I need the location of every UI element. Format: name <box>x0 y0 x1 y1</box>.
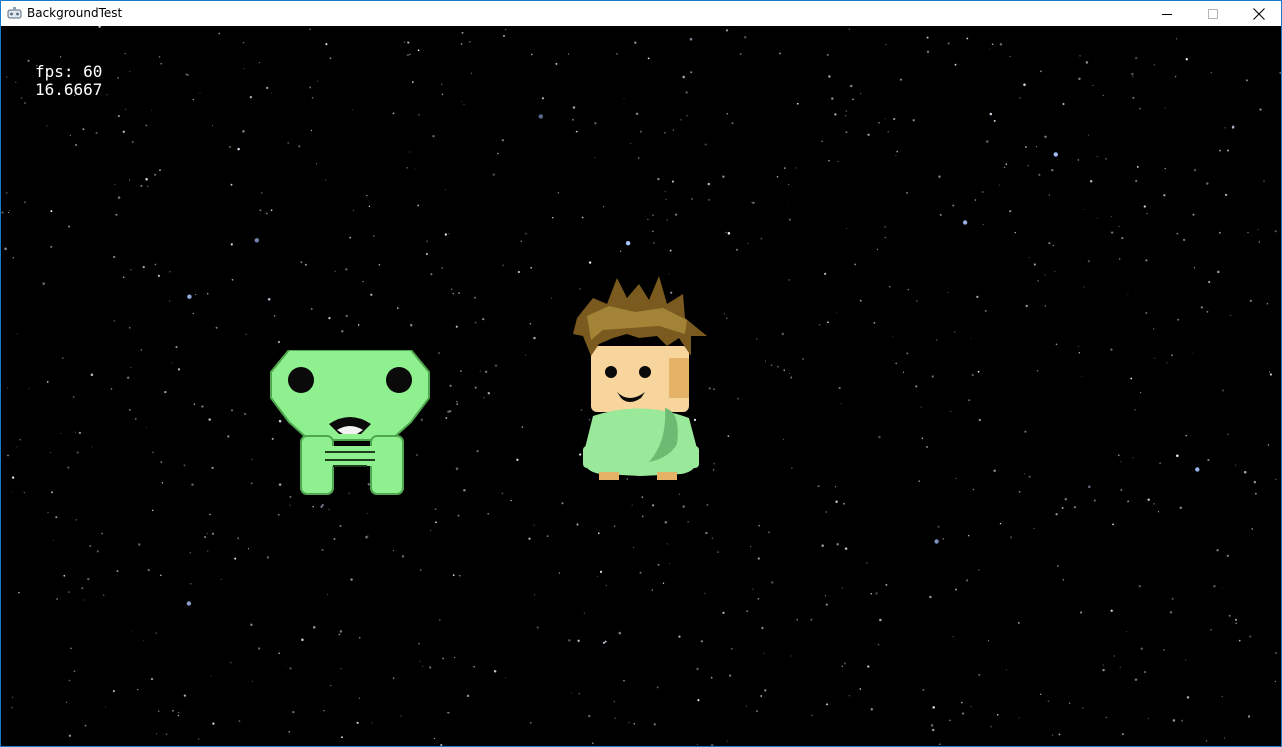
game-window: BackgroundTest fps: 60 16.6667 <box>0 0 1282 747</box>
frame-time-readout: 16.6667 <box>35 80 103 99</box>
minimize-button[interactable] <box>1144 1 1190 26</box>
fps-overlay: fps: 60 16.6667 <box>35 63 102 99</box>
boy-sprite <box>573 276 707 480</box>
close-button[interactable] <box>1236 1 1282 26</box>
title-bar[interactable]: BackgroundTest <box>1 1 1281 26</box>
alien-sprite <box>270 350 430 495</box>
close-icon <box>1253 7 1265 20</box>
app-icon <box>7 7 22 19</box>
minimize-icon <box>1162 13 1172 15</box>
fps-readout: fps: 60 <box>35 62 103 81</box>
game-viewport[interactable]: fps: 60 16.6667 <box>1 26 1281 746</box>
maximize-icon <box>1208 8 1218 19</box>
window-title: BackgroundTest <box>27 6 123 20</box>
maximize-button[interactable] <box>1190 1 1236 26</box>
